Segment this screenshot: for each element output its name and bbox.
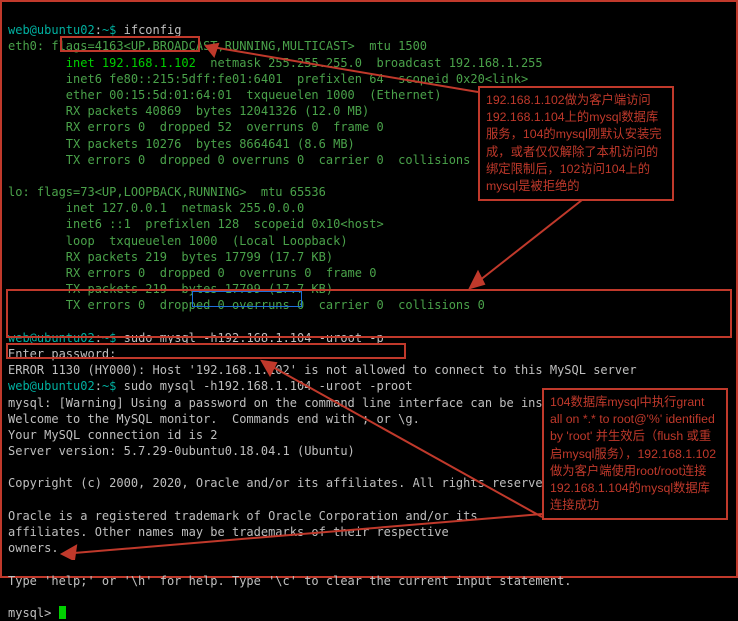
cursor-icon (59, 606, 66, 619)
lo-header: lo: flags=73<UP,LOOPBACK,RUNNING> mtu 65… (8, 185, 326, 199)
error-1130: ERROR 1130 (HY000): Host '192.168.1.102'… (8, 363, 637, 377)
cmd-mysql-fail: sudo mysql (116, 331, 203, 345)
eth0-header: eth0: flags=4163<UP,BROADCAST,RUNNING,MU… (8, 39, 427, 53)
eth0-inet: inet 192.168.1.102 (8, 56, 196, 70)
cmd-mysql-ok: sudo mysql -h192.168.1.104 -uroot -proot (116, 379, 412, 393)
enter-password: Enter password: (8, 347, 116, 361)
annotation-rejected: 192.168.1.102做为客户端访问192.168.1.104上的mysql… (478, 86, 674, 201)
prompt-user: web@ubuntu02 (8, 23, 95, 37)
cmd-ifconfig: ifconfig (116, 23, 181, 37)
mysql-prompt: mysql> (8, 606, 59, 620)
host-arg: -h192.168.1.104 (203, 331, 311, 345)
annotation-success: 104数据库mysql中执行grant all on *.* to root@'… (542, 388, 728, 520)
